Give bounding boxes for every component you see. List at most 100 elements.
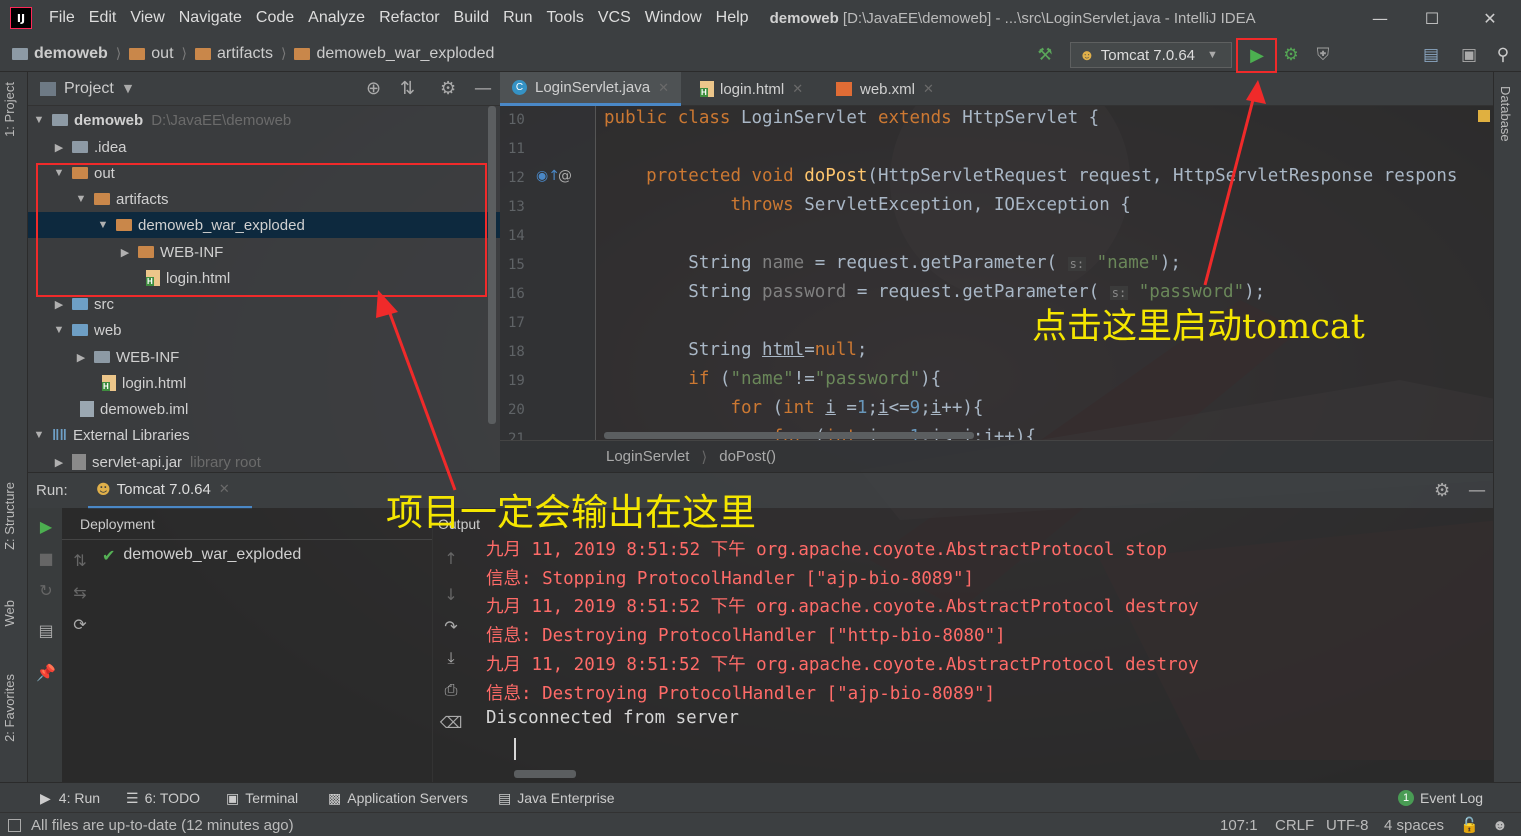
line-separator[interactable]: CRLF xyxy=(1275,813,1314,836)
menu-run[interactable]: Run xyxy=(496,9,539,27)
tool-tab-java-enterprise[interactable]: ▤ Java Enterprise xyxy=(498,783,615,813)
database-tool-tab[interactable]: Database xyxy=(1498,86,1513,142)
lock-icon[interactable]: 🔓 xyxy=(1460,813,1479,836)
status-message[interactable]: All files are up-to-date (12 minutes ago… xyxy=(8,813,294,836)
breadcrumb-demoweb[interactable]: demoweb xyxy=(34,45,108,63)
tab-web-xml[interactable]: web.xml ✕ xyxy=(824,72,946,106)
tab-loginservlet[interactable]: C LoginServlet.java ✕ xyxy=(500,72,681,106)
console-output[interactable]: Output 九月 11, 2019 8:51:52 下午 org.apache… xyxy=(438,508,1493,782)
tree-item-idea[interactable]: ▶ .idea xyxy=(28,134,500,160)
hide-panel-icon[interactable]: — xyxy=(1468,480,1486,501)
output-horizontal-scrollbar[interactable] xyxy=(514,770,576,778)
expand-right-icon[interactable]: ▶ xyxy=(74,351,88,364)
code-editor[interactable]: 10 11 12 13 14 15 16 17 18 19 20 21 ◉↑ @… xyxy=(500,106,1493,440)
deploy-all-icon[interactable]: ⇅ xyxy=(70,550,90,570)
tool-tab-event-log[interactable]: 1 Event Log xyxy=(1398,783,1483,813)
indent-setting[interactable]: 4 spaces xyxy=(1384,813,1444,836)
stop-icon[interactable]: ■ xyxy=(36,548,56,568)
menu-file[interactable]: File xyxy=(42,9,82,27)
expand-down-icon[interactable]: ▼ xyxy=(32,114,46,126)
window-layout-icon[interactable]: ▣ xyxy=(1456,42,1482,68)
gear-icon[interactable]: ⚙ xyxy=(1434,480,1450,501)
menu-code[interactable]: Code xyxy=(249,9,301,27)
deployment-item[interactable]: ✔ demoweb_war_exploded xyxy=(102,542,301,568)
chevron-down-icon[interactable]: ▼ xyxy=(124,82,132,95)
tool-tab-run[interactable]: ▶ 4: Run xyxy=(40,783,100,813)
menu-navigate[interactable]: Navigate xyxy=(172,9,249,27)
minimize-button[interactable]: — xyxy=(1354,0,1406,36)
undeploy-icon[interactable]: ⇆ xyxy=(70,582,90,602)
expand-down-icon[interactable]: ▼ xyxy=(32,429,46,441)
refresh-icon[interactable]: ⟳ xyxy=(70,614,90,634)
tab-login-html[interactable]: login.html ✕ xyxy=(688,72,815,106)
expand-right-icon[interactable]: ▶ xyxy=(52,141,66,154)
collapse-all-icon[interactable]: ⇅ xyxy=(400,78,415,99)
tree-item-demoweb[interactable]: ▼ demoweb D:\JavaEE\demoweb xyxy=(28,107,500,133)
menu-tools[interactable]: Tools xyxy=(539,9,590,27)
locate-target-icon[interactable]: ⊕ xyxy=(366,78,381,99)
caret-position[interactable]: 107:1 xyxy=(1220,813,1258,836)
menu-refactor[interactable]: Refactor xyxy=(372,9,446,27)
structure-tool-tab[interactable]: Z: Structure xyxy=(2,482,17,550)
close-tab-icon[interactable]: ✕ xyxy=(792,81,803,97)
tool-tab-terminal[interactable]: ▣ Terminal xyxy=(226,783,298,813)
breadcrumb-class[interactable]: LoginServlet xyxy=(606,448,689,465)
menu-view[interactable]: View xyxy=(123,9,171,27)
close-tab-icon[interactable]: ✕ xyxy=(923,81,934,97)
hide-toolwindows-icon[interactable] xyxy=(8,818,21,832)
maximize-button[interactable]: ☐ xyxy=(1406,0,1458,36)
expand-down-icon[interactable]: ▼ xyxy=(52,324,66,336)
breadcrumb-war-exploded[interactable]: demoweb_war_exploded xyxy=(316,45,494,63)
tree-item-demoweb-iml[interactable]: demoweb.iml xyxy=(28,396,500,422)
menu-window[interactable]: Window xyxy=(638,9,709,27)
menu-help[interactable]: Help xyxy=(709,9,756,27)
layout-icon[interactable]: ▤ xyxy=(36,620,56,640)
menu-build[interactable]: Build xyxy=(447,9,497,27)
run-with-coverage-icon[interactable]: ⛨ xyxy=(1310,42,1336,68)
inspector-icon[interactable]: ☻ xyxy=(1492,813,1508,836)
tree-item-external-libraries[interactable]: ▼ ‖‖ External Libraries xyxy=(28,422,500,448)
project-tool-tab[interactable]: 1: Project xyxy=(2,82,17,137)
project-structure-icon[interactable]: ▤ xyxy=(1418,42,1444,68)
search-icon[interactable]: ⚲ xyxy=(1490,42,1516,68)
menu-analyze[interactable]: Analyze xyxy=(301,9,372,27)
tree-item-login-html[interactable]: login.html xyxy=(28,370,500,396)
expand-right-icon[interactable]: ▶ xyxy=(52,298,66,311)
menu-vcs[interactable]: VCS xyxy=(591,9,638,27)
project-scrollbar[interactable] xyxy=(488,106,496,424)
scroll-to-end-icon[interactable]: ⤓ xyxy=(441,648,461,668)
close-tab-icon[interactable]: ✕ xyxy=(219,482,230,497)
expand-right-icon[interactable]: ▶ xyxy=(52,456,66,469)
project-view-title[interactable]: Project xyxy=(64,80,114,98)
pin-icon[interactable]: 📌 xyxy=(36,662,56,682)
tool-tab-app-servers[interactable]: ▩ Application Servers xyxy=(328,783,468,813)
soft-wrap-icon[interactable]: ↷ xyxy=(441,616,461,636)
debug-bug-icon[interactable]: ⚙ xyxy=(1278,42,1304,68)
close-tab-icon[interactable]: ✕ xyxy=(658,80,669,96)
file-encoding[interactable]: UTF-8 xyxy=(1326,813,1369,836)
breadcrumb-out[interactable]: out xyxy=(151,45,173,63)
breadcrumb-method[interactable]: doPost() xyxy=(719,448,776,465)
close-button[interactable]: ✕ xyxy=(1464,0,1516,36)
favorites-tool-tab[interactable]: 2: Favorites xyxy=(2,674,17,742)
menu-edit[interactable]: Edit xyxy=(82,9,124,27)
print-icon[interactable]: ⎙ xyxy=(441,680,461,700)
tool-tab-todo[interactable]: ☰ 6: TODO xyxy=(126,783,200,813)
build-hammer-icon[interactable]: ⚒ xyxy=(1032,42,1058,68)
gear-icon[interactable]: ⚙ xyxy=(440,78,456,99)
hide-panel-icon[interactable]: — xyxy=(474,78,492,99)
web-tool-tab[interactable]: Web xyxy=(2,600,17,627)
trash-icon[interactable]: ⌫ xyxy=(440,712,463,732)
rerun-play-icon[interactable]: ▶ xyxy=(36,516,56,536)
tree-item-web-inf[interactable]: ▶ WEB-INF xyxy=(28,344,500,370)
tree-item-servlet-api-jar[interactable]: ▶ servlet-api.jar library root xyxy=(28,449,500,472)
update-icon[interactable]: ↻ xyxy=(36,580,56,600)
breadcrumb-artifacts[interactable]: artifacts xyxy=(217,45,273,63)
override-method-icon[interactable]: ◉↑ xyxy=(536,168,560,184)
editor-horizontal-scrollbar[interactable] xyxy=(604,432,974,439)
run-tab-tomcat[interactable]: ☻ Tomcat 7.0.64 ✕ xyxy=(88,473,252,509)
tree-item-web[interactable]: ▼ web xyxy=(28,317,500,343)
run-configuration-select[interactable]: ☻ Tomcat 7.0.64 ▼ xyxy=(1070,42,1232,68)
scroll-down-icon[interactable]: ↓ xyxy=(441,584,461,604)
scroll-up-icon[interactable]: ↑ xyxy=(441,548,461,568)
